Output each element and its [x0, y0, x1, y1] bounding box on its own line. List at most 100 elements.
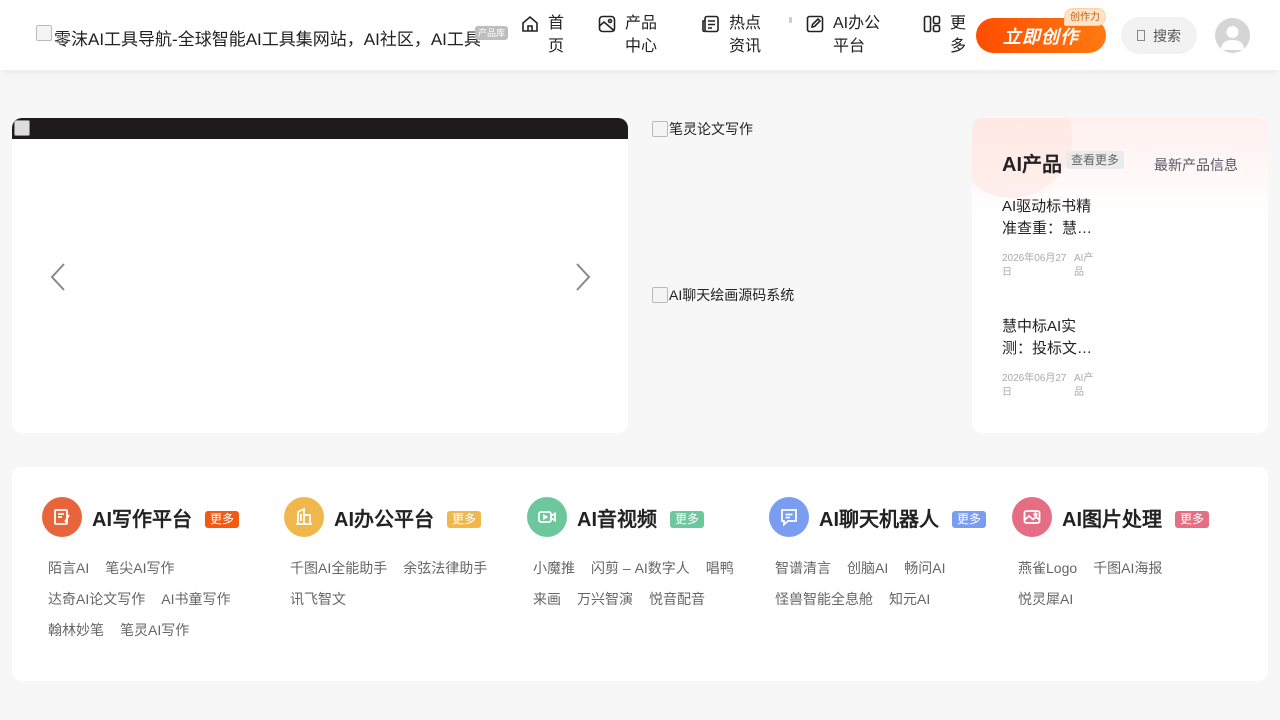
product-list-item[interactable]: AI驱动标书精准查重：慧… 2026年06月27日 AI产品 — [1002, 196, 1102, 280]
category-link[interactable]: 千图AI海报 — [1093, 553, 1162, 584]
category-link[interactable]: 来画 — [533, 584, 561, 615]
category-link[interactable]: 翰林妙笔 — [48, 615, 104, 646]
category-link[interactable]: 悦音配音 — [649, 584, 705, 615]
category-icon-circle — [284, 497, 324, 537]
category-more-badge[interactable]: 更多 — [1175, 510, 1210, 528]
nav-item-news[interactable]: 热点 资讯 — [701, 12, 761, 58]
video-icon — [538, 511, 556, 523]
category-link[interactable]: 唱鸭 — [706, 553, 734, 584]
nav-item-products[interactable]: 产品 中心 — [597, 12, 657, 58]
product-date: 2026年06月27日 — [1002, 373, 1067, 398]
category-icon-circle — [42, 497, 82, 537]
category-header[interactable]: AI音视频 更多 — [527, 496, 757, 538]
category-more-badge[interactable]: 更多 — [205, 510, 240, 528]
products-more-link[interactable]: 查看更多 — [1066, 151, 1125, 169]
category-ai-office: AI办公平台 更多 千图AI全能助手 余弦法律助手 讯飞智文 — [284, 496, 514, 615]
category-header[interactable]: AI聊天机器人 更多 — [769, 496, 999, 538]
category-header[interactable]: AI写作平台 更多 — [42, 496, 272, 538]
category-link[interactable]: 创脑AI — [847, 553, 888, 584]
product-category: AI产品 — [1074, 253, 1094, 278]
category-links: 小魔推 闪剪 – AI数字人 唱鸭 来画 万兴智演 悦音配音 — [533, 553, 753, 615]
category-link[interactable]: 小魔推 — [533, 553, 575, 584]
category-link[interactable]: 讯飞智文 — [290, 584, 346, 615]
product-list-item[interactable]: 慧中标AI实测：投标文… 2026年06月27日 AI产品 — [1002, 316, 1102, 400]
category-title[interactable]: AI聊天机器人 — [819, 503, 939, 532]
category-link[interactable]: 悦灵犀AI — [1018, 584, 1073, 615]
category-icon-circle — [527, 497, 567, 537]
image-icon — [1023, 510, 1041, 524]
nav-label: AI办公 平台 — [833, 15, 881, 55]
search-label: 搜索 — [1153, 27, 1181, 44]
site-logo[interactable]: 零沫AI工具导航-全球智能AI工具集网站，AI社区，AI工具 — [36, 24, 506, 50]
top-header: 零沫AI工具导航-全球智能AI工具集网站，AI社区，AI工具 产品库 首 页 产… — [0, 0, 1280, 70]
product-meta: 2026年06月27日 AI产品 — [1002, 252, 1102, 280]
category-title[interactable]: AI音视频 — [577, 503, 657, 532]
category-ai-chatbot: AI聊天机器人 更多 智谱清言 创脑AI 畅问AI 怪兽智能全息舱 知元AI — [769, 496, 999, 615]
category-title[interactable]: AI办公平台 — [334, 503, 434, 532]
category-title[interactable]: AI图片处理 — [1062, 503, 1162, 532]
nav-item-more[interactable]: 更 多 — [922, 12, 966, 58]
category-link[interactable]: 万兴智演 — [577, 584, 633, 615]
category-more-badge[interactable]: 更多 — [952, 510, 987, 528]
category-link[interactable]: 陌言AI — [48, 553, 89, 584]
category-icon-circle — [769, 497, 809, 537]
category-link[interactable]: 千图AI全能助手 — [290, 553, 387, 584]
nav-label: 热点 资讯 — [729, 15, 762, 55]
category-header[interactable]: AI办公平台 更多 — [284, 496, 514, 538]
carousel-prev-arrow-icon[interactable] — [49, 262, 69, 292]
product-meta: 2026年06月27日 AI产品 — [1002, 372, 1102, 400]
category-link[interactable]: 智谱清言 — [775, 553, 831, 584]
category-link[interactable]: 笔尖AI写作 — [105, 553, 174, 584]
category-links: 陌言AI 笔尖AI写作 达奇AI论文写作 AI书童写作 翰林妙笔 笔灵AI写作 — [48, 553, 268, 646]
user-avatar[interactable] — [1215, 18, 1250, 53]
nav-divider — [789, 17, 792, 23]
news-icon — [702, 15, 719, 33]
product-category: AI产品 — [1074, 373, 1094, 398]
office-building-icon — [296, 507, 312, 525]
logo-tag-badge: 产品库 — [475, 26, 509, 40]
category-links: 燕雀Logo 千图AI海报 悦灵犀AI — [1018, 553, 1238, 615]
category-header[interactable]: AI图片处理 更多 — [1012, 496, 1242, 538]
category-ai-writing: AI写作平台 更多 陌言AI 笔尖AI写作 达奇AI论文写作 AI书童写作 翰林妙笔… — [42, 496, 272, 646]
category-icon-circle — [1012, 497, 1052, 537]
broken-image-icon — [36, 25, 52, 41]
category-ai-av: AI音视频 更多 小魔推 闪剪 – AI数字人 唱鸭 来画 万兴智演 悦音配音 — [527, 496, 757, 615]
product-title[interactable]: AI驱动标书精准查重：慧… — [1002, 196, 1096, 240]
ai-products-card: AI产品 查看更多 最新产品信息 AI驱动标书精准查重：慧… 2026年06月2… — [972, 118, 1268, 433]
products-title: AI产品 — [1002, 154, 1062, 176]
category-ai-image: AI图片处理 更多 燕雀Logo 千图AI海报 悦灵犀AI — [1012, 496, 1242, 615]
category-link[interactable]: 知元AI — [889, 584, 930, 615]
category-panel: AI写作平台 更多 陌言AI 笔尖AI写作 达奇AI论文写作 AI书童写作 翰林妙笔… — [12, 467, 1268, 681]
nav-label: 更 多 — [950, 15, 967, 55]
side-banner-alt: AI聊天绘画源码系统 — [669, 287, 795, 303]
nav-label: 首 页 — [548, 15, 565, 55]
product-title[interactable]: 慧中标AI实测：投标文… — [1002, 316, 1096, 360]
category-link[interactable]: 怪兽智能全息舱 — [775, 584, 873, 615]
category-link[interactable]: AI书童写作 — [161, 584, 230, 615]
category-title[interactable]: AI写作平台 — [92, 503, 192, 532]
edit-icon — [806, 15, 824, 33]
product-date: 2026年06月27日 — [1002, 253, 1067, 278]
side-banner-2[interactable]: AI聊天绘画源码系统 — [652, 285, 952, 305]
nav-item-home[interactable]: 首 页 — [520, 12, 564, 58]
banner-carousel[interactable] — [12, 118, 628, 433]
category-link[interactable]: 闪剪 – AI数字人 — [591, 553, 690, 584]
search-button[interactable]: 搜索 — [1121, 17, 1197, 54]
nav-item-ai-office[interactable]: AI办公 平台 — [805, 12, 880, 58]
side-banner-1[interactable]: 笔灵论文写作 — [652, 119, 952, 139]
category-link[interactable]: 达奇AI论文写作 — [48, 584, 145, 615]
carousel-next-arrow-icon[interactable] — [572, 262, 592, 292]
broken-image-icon — [652, 287, 668, 303]
category-more-badge[interactable]: 更多 — [447, 510, 482, 528]
category-link[interactable]: 笔灵AI写作 — [120, 615, 189, 646]
chat-icon — [781, 509, 797, 527]
category-link[interactable]: 畅问AI — [904, 553, 945, 584]
category-link[interactable]: 余弦法律助手 — [403, 553, 487, 584]
category-link[interactable]: 燕雀Logo — [1018, 553, 1077, 584]
writing-icon — [54, 509, 70, 525]
side-banner-alt: 笔灵论文写作 — [669, 121, 753, 137]
latest-products-link[interactable]: 最新产品信息 — [1154, 155, 1238, 175]
category-more-badge[interactable]: 更多 — [670, 510, 705, 528]
carousel-image-strip — [12, 118, 628, 139]
category-links: 智谱清言 创脑AI 畅问AI 怪兽智能全息舱 知元AI — [775, 553, 995, 615]
